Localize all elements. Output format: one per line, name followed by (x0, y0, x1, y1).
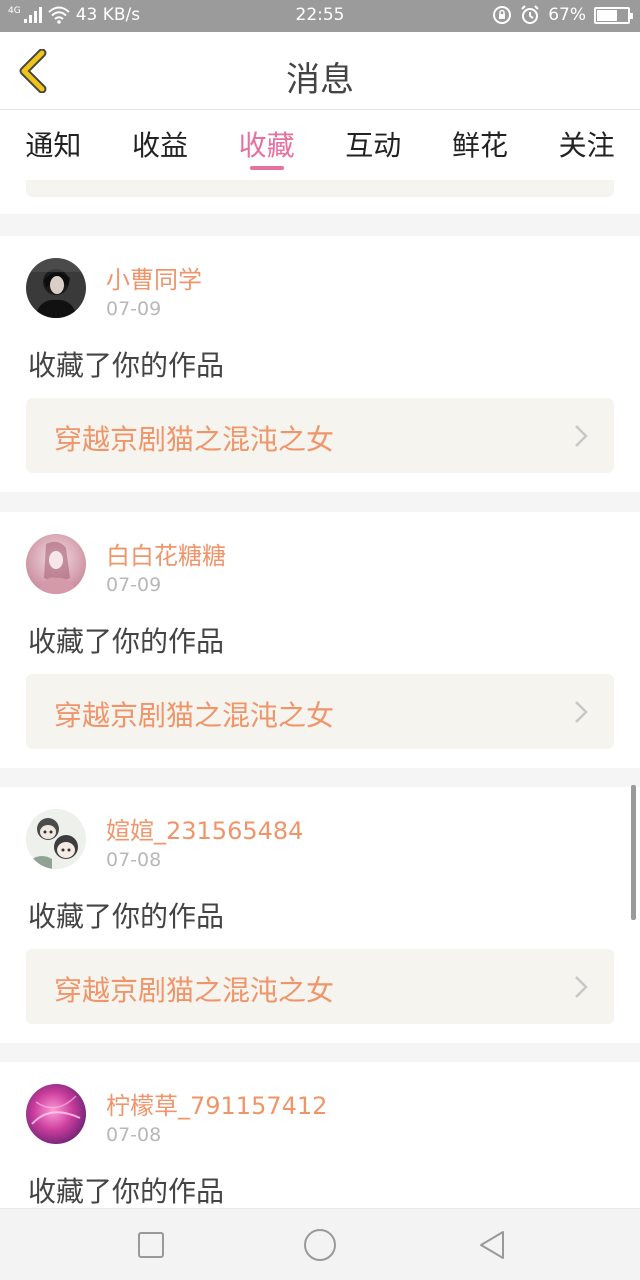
chevron-right-icon (575, 976, 588, 998)
alarm-icon (521, 5, 539, 24)
message-card: 媗媗_231565484 07-08 收藏了你的作品 穿越京剧猫之混沌之女 (0, 787, 640, 1043)
username[interactable]: 柠檬草_791157412 (106, 1086, 327, 1121)
avatar[interactable] (26, 1084, 86, 1144)
message-card: 小曹同学 07-09 收藏了你的作品 穿越京剧猫之混沌之女 (0, 236, 640, 492)
work-link[interactable]: 穿越京剧猫之混沌之女 (26, 398, 614, 473)
tab-interactions[interactable]: 互动 (320, 110, 426, 180)
message-action: 收藏了你的作品 (28, 625, 225, 658)
work-link[interactable]: 穿越京剧猫之混沌之女 (26, 674, 614, 749)
battery-percent: 67% (548, 5, 586, 25)
chevron-right-icon (575, 701, 588, 723)
status-bar: 4G 43 KB/s 22:55 67% (0, 0, 640, 32)
page-title: 消息 (286, 60, 354, 100)
avatar[interactable] (26, 534, 86, 594)
avatar[interactable] (26, 809, 86, 869)
message-card: 柠檬草_791157412 07-08 收藏了你的作品 (0, 1062, 640, 1208)
message-action: 收藏了你的作品 (28, 1175, 225, 1208)
back-button[interactable] (474, 1227, 510, 1263)
message-action: 收藏了你的作品 (28, 900, 225, 933)
recent-apps-button[interactable] (133, 1227, 169, 1263)
tab-flowers[interactable]: 鲜花 (427, 110, 533, 180)
tab-earnings[interactable]: 收益 (107, 110, 213, 180)
battery-fill (597, 9, 618, 21)
battery-icon (594, 6, 633, 24)
message-date: 07-08 (106, 1124, 162, 1146)
work-link-partial[interactable] (26, 180, 614, 197)
message-card: 白白花糖糖 07-09 收藏了你的作品 穿越京剧猫之混沌之女 (0, 512, 640, 768)
scrollbar[interactable] (631, 785, 636, 920)
triangle-back-icon (480, 1231, 504, 1259)
message-date: 07-08 (106, 849, 162, 871)
username[interactable]: 小曹同学 (106, 260, 202, 295)
chevron-right-icon (575, 425, 588, 447)
message-feed[interactable]: 小曹同学 07-09 收藏了你的作品 穿越京剧猫之混沌之女 白白花糖糖 07-0… (0, 180, 640, 1208)
avatar[interactable] (26, 258, 86, 318)
app-header: 消息 (0, 32, 640, 110)
message-action: 收藏了你的作品 (28, 349, 225, 382)
message-date: 07-09 (106, 298, 162, 320)
work-title: 穿越京剧猫之混沌之女 (54, 423, 335, 456)
username[interactable]: 白白花糖糖 (106, 536, 226, 571)
message-card-partial (0, 180, 640, 214)
system-nav-bar (0, 1208, 640, 1280)
category-tabs: 通知 收益 收藏 互动 鲜花 关注 (0, 110, 640, 180)
tab-follows[interactable]: 关注 (534, 110, 640, 180)
work-title: 穿越京剧猫之混沌之女 (54, 974, 335, 1007)
tab-favorites[interactable]: 收藏 (214, 110, 320, 180)
circle-home-icon (304, 1229, 336, 1261)
square-recent-icon (138, 1232, 164, 1258)
message-date: 07-09 (106, 574, 162, 596)
rotation-lock-icon (493, 6, 512, 24)
username[interactable]: 媗媗_231565484 (106, 811, 303, 846)
work-title: 穿越京剧猫之混沌之女 (54, 699, 335, 732)
status-right: 67% (492, 5, 633, 25)
tab-notifications[interactable]: 通知 (0, 110, 106, 180)
home-button[interactable] (302, 1227, 338, 1263)
work-link[interactable]: 穿越京剧猫之混沌之女 (26, 949, 614, 1024)
